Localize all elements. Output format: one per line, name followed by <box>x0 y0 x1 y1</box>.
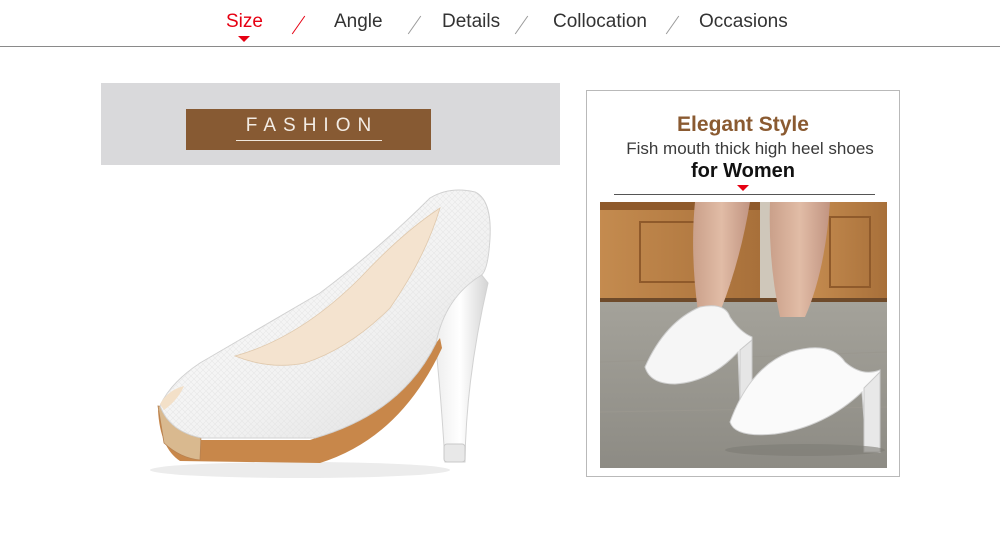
tab-details-label: Details <box>442 11 501 32</box>
tab-occasions[interactable]: Occasions <box>699 11 788 33</box>
nav-separator <box>514 15 529 35</box>
tab-size[interactable]: Size <box>226 11 263 42</box>
card-caret-icon <box>737 185 749 191</box>
active-tab-caret-icon <box>238 36 251 42</box>
tab-collocation-label: Collocation <box>553 11 647 32</box>
tab-angle[interactable]: Angle <box>334 11 383 33</box>
card-subtitle-women: for Women <box>690 160 796 182</box>
card-divider <box>614 194 875 195</box>
fashion-label-box: FASHION <box>186 109 431 150</box>
nav-separator <box>665 15 680 35</box>
nav-separator <box>291 15 306 35</box>
fashion-underline <box>236 140 382 141</box>
tab-occasions-label: Occasions <box>699 11 788 32</box>
fashion-banner: FASHION <box>101 83 560 165</box>
tab-details[interactable]: Details <box>442 11 500 33</box>
model-wearing-shoes-photo <box>600 202 887 468</box>
tab-size-label: Size <box>226 11 263 32</box>
card-title: Elegant Style <box>677 113 809 136</box>
card-subtitle: Fish mouth thick high heel shoes <box>626 139 874 158</box>
style-card: Elegant Style Fish mouth thick high heel… <box>586 90 900 477</box>
tab-collocation[interactable]: Collocation <box>553 11 647 33</box>
tab-angle-label: Angle <box>334 11 383 32</box>
product-shoe-image <box>150 189 491 478</box>
fashion-label: FASHION <box>245 115 379 136</box>
top-nav: Size Angle Details Collocation Occasions <box>0 0 1000 47</box>
nav-separator <box>407 15 422 35</box>
